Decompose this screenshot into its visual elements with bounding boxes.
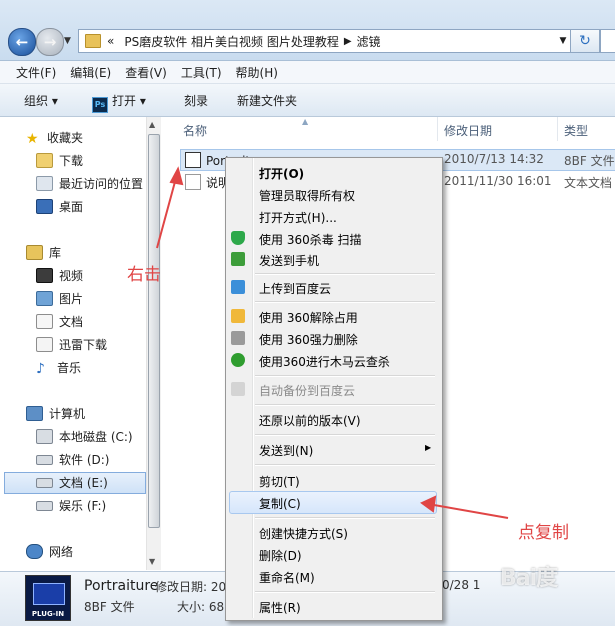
annotation-right-click: 右击 — [127, 265, 161, 285]
annotation-click-copy: 点复制 — [518, 523, 569, 543]
arrow-head-copy — [420, 495, 437, 513]
watermark: Bai度 — [500, 566, 558, 591]
arrow-right-click — [156, 177, 177, 249]
arrow-copy — [433, 504, 509, 519]
arrow-head-right-click — [169, 166, 184, 186]
